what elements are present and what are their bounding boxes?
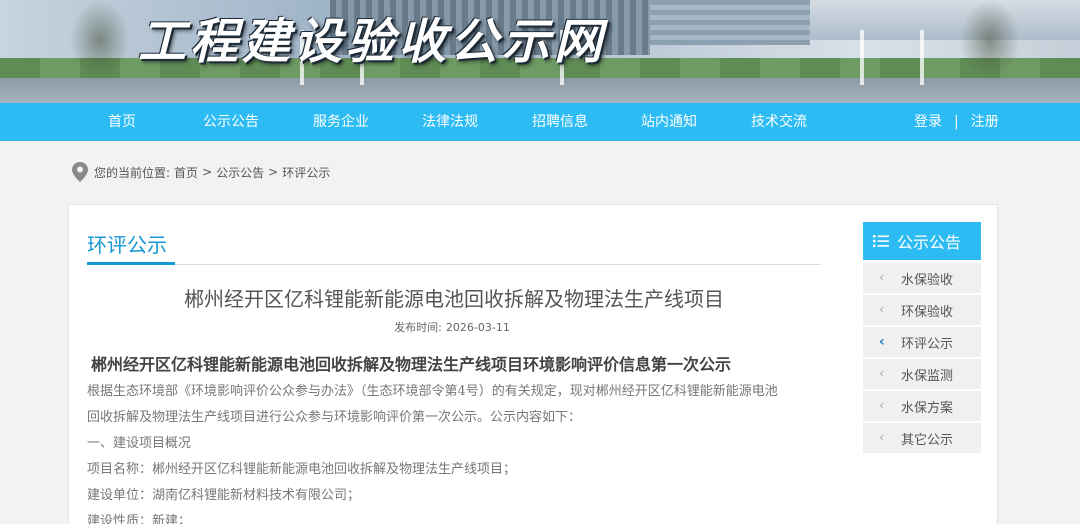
breadcrumb-announcements[interactable]: 公示公告 [216,164,264,181]
article-date: 发布时间: 2026-03-11 [87,319,821,335]
sidebar-item-env-acceptance[interactable]: ‹ 环保验收 [863,295,981,325]
sidebar-item-label: 水保监测 [901,368,954,384]
breadcrumb: 您的当前位置: 首页 > 公示公告 > 环评公示 [72,160,334,184]
section-title: 环评公示 [87,233,167,257]
article-paragraph: 建设性质：新建； [87,514,192,524]
breadcrumb-separator: > [202,165,213,179]
breadcrumb-current[interactable]: 环评公示 [282,164,330,181]
nav-item-jobs[interactable]: 招聘信息 [525,103,595,141]
article-title: 郴州经开区亿科锂能新能源电池回收拆解及物理法生产线项目 [184,287,724,311]
nav-auth: 登录 | 注册 [914,103,999,141]
banner-tree [70,0,130,80]
site-title: 工程建设验收公示网 [138,14,607,70]
login-link[interactable]: 登录 [914,114,942,130]
sidebar-item-label: 水保验收 [901,272,954,288]
article-paragraph: 回收拆解及物理法生产线项目进行公众参与环境影响评价第一次公示。公示内容如下： [87,410,582,425]
banner-building [810,0,1080,40]
banner-tree [960,0,1020,80]
sidebar-item-label: 其它公示 [901,432,954,448]
nav-item-tech-exchange[interactable]: 技术交流 [744,103,814,141]
sidebar-item-soil-monitoring[interactable]: ‹ 水保监测 [863,359,981,389]
sidebar-item-label: 环评公示 [901,336,954,352]
article-paragraph: 根据生态环境部《环境影响评价公众参与办法》（生态环境部令第4号）的有关规定，现对… [87,384,778,399]
sidebar-item-soil-acceptance[interactable]: ‹ 水保验收 [863,263,981,293]
sidebar-item-eia-notice[interactable]: ‹ 环评公示 [863,327,981,357]
auth-separator: | [954,114,959,130]
nav-item-announcements[interactable]: 公示公告 [196,103,266,141]
article-date-label: 发布时间: [394,321,442,334]
chevron-left-icon: ‹ [879,334,885,350]
banner-fountain [860,30,864,85]
sidebar-item-label: 水保方案 [901,400,954,416]
nav-item-service-companies[interactable]: 服务企业 [306,103,376,141]
chevron-left-icon: ‹ [879,430,885,446]
register-link[interactable]: 注册 [971,114,999,130]
sidebar-item-other-notices[interactable]: ‹ 其它公示 [863,423,981,453]
breadcrumb-separator: > [268,165,279,179]
chevron-left-icon: ‹ [879,302,885,318]
list-menu-icon [873,235,889,248]
section-divider [87,264,821,265]
chevron-left-icon: ‹ [879,366,885,382]
sidebar-header-label: 公示公告 [897,233,962,252]
content-panel: 环评公示 郴州经开区亿科锂能新能源电池回收拆解及物理法生产线项目 发布时间: 20… [68,204,998,524]
chevron-left-icon: ‹ [879,270,885,286]
nav-item-home[interactable]: 首页 [92,103,152,141]
breadcrumb-prefix: 您的当前位置: [94,165,171,180]
article-paragraph: 项目名称：郴州经开区亿科锂能新能源电池回收拆解及物理法生产线项目； [87,462,517,477]
nav-item-laws[interactable]: 法律法规 [415,103,485,141]
nav-item-notices[interactable]: 站内通知 [634,103,704,141]
breadcrumb-home[interactable]: 首页 [174,164,198,181]
sidebar-item-soil-plan[interactable]: ‹ 水保方案 [863,391,981,421]
article-paragraph: 一、建设项目概况 [87,436,192,451]
article-date-value: 2026-03-11 [445,321,510,334]
banner-plaza [0,78,1080,103]
sidebar-item-label: 环保验收 [901,304,954,320]
header-banner: 工程建设验收公示网 [0,0,1080,103]
chevron-left-icon: ‹ [879,398,885,414]
banner-fountain [920,30,924,85]
location-pin-icon [72,162,88,182]
banner-building [650,0,810,45]
article-subtitle: 郴州经开区亿科锂能新能源电池回收拆解及物理法生产线项目环境影响评价信息第一次公示 [91,355,732,374]
article-body: 根据生态环境部《环境影响评价公众参与办法》（生态环境部令第4号）的有关规定，现对… [87,379,827,524]
main-nav: 首页 公示公告 服务企业 法律法规 招聘信息 站内通知 技术交流 登录 | 注册 [0,103,1080,141]
sidebar-header: 公示公告 [863,222,981,260]
section-title-underline [87,262,175,265]
article-paragraph: 建设单位：湖南亿科锂能新材料技术有限公司； [87,488,361,503]
